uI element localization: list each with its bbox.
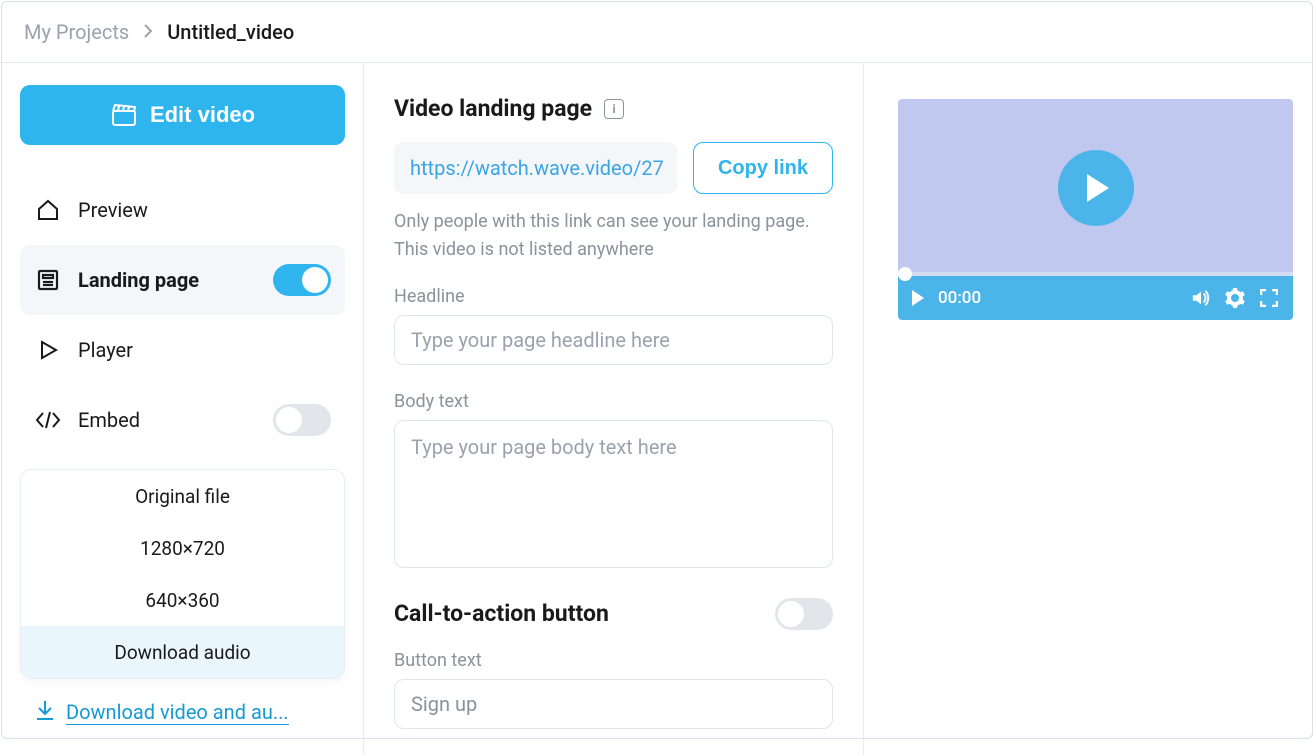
sidebar-item-label: Landing page	[78, 268, 199, 292]
sidebar-item-label: Player	[78, 338, 133, 362]
gear-icon[interactable]	[1225, 288, 1245, 308]
breadcrumb-root[interactable]: My Projects	[24, 20, 129, 44]
landing-page-toggle[interactable]	[273, 264, 331, 296]
sidebar-item-player[interactable]: Player	[20, 315, 345, 385]
copy-link-button[interactable]: Copy link	[693, 142, 833, 194]
download-options-panel: Original file 1280×720 640×360 Download …	[20, 469, 345, 679]
scrubber-track[interactable]	[898, 272, 1293, 276]
play-small-icon[interactable]	[912, 290, 924, 306]
download-option-1280[interactable]: 1280×720	[21, 522, 344, 574]
home-icon	[34, 196, 62, 224]
page-icon	[34, 266, 62, 294]
play-button[interactable]	[1058, 150, 1134, 226]
scrubber-handle[interactable]	[898, 267, 912, 281]
sidebar: Edit video Preview Landing page Pla	[2, 63, 364, 755]
button-text-label: Button text	[394, 650, 833, 671]
main-panel: Video landing page i https://watch.wave.…	[364, 63, 864, 755]
sidebar-item-embed[interactable]: Embed	[20, 385, 345, 455]
video-controls: 00:00	[898, 276, 1293, 320]
video-canvas[interactable]	[898, 99, 1293, 276]
download-option-audio[interactable]: Download audio	[21, 626, 344, 678]
chevron-right-icon	[143, 23, 153, 42]
body-text-label: Body text	[394, 391, 833, 412]
code-icon	[34, 406, 62, 434]
share-help-text: Only people with this link can see your …	[394, 208, 833, 264]
body-text-input[interactable]	[394, 420, 833, 568]
clapperboard-icon	[110, 101, 138, 129]
info-icon[interactable]: i	[604, 99, 624, 119]
section-title: Video landing page	[394, 95, 592, 122]
headline-label: Headline	[394, 286, 833, 307]
breadcrumb: My Projects Untitled_video	[2, 2, 1312, 63]
share-url-box[interactable]: https://watch.wave.video/27	[394, 142, 677, 194]
play-outline-icon	[34, 336, 62, 364]
play-icon	[1087, 174, 1109, 202]
volume-icon[interactable]	[1191, 288, 1211, 308]
headline-input[interactable]	[394, 315, 833, 365]
video-player: 00:00	[898, 99, 1293, 320]
embed-toggle[interactable]	[273, 404, 331, 436]
button-text-input[interactable]	[394, 679, 833, 729]
sidebar-item-landing-page[interactable]: Landing page	[20, 245, 345, 315]
sidebar-item-preview[interactable]: Preview	[20, 175, 345, 245]
download-video-audio-link[interactable]: Download video and au...	[20, 699, 345, 726]
download-icon	[34, 699, 56, 726]
download-option-original[interactable]: Original file	[21, 470, 344, 522]
cta-toggle[interactable]	[775, 598, 833, 630]
cta-section-title: Call-to-action button	[394, 600, 609, 627]
preview-panel: 00:00	[864, 63, 1313, 755]
time-display: 00:00	[938, 288, 981, 308]
sidebar-item-label: Preview	[78, 198, 148, 222]
sidebar-item-label: Embed	[78, 408, 140, 432]
breadcrumb-current: Untitled_video	[167, 20, 294, 44]
download-option-640[interactable]: 640×360	[21, 574, 344, 626]
fullscreen-icon[interactable]	[1259, 288, 1279, 308]
edit-video-button[interactable]: Edit video	[20, 85, 345, 145]
download-link-label: Download video and au...	[66, 700, 289, 725]
edit-video-label: Edit video	[150, 102, 255, 128]
